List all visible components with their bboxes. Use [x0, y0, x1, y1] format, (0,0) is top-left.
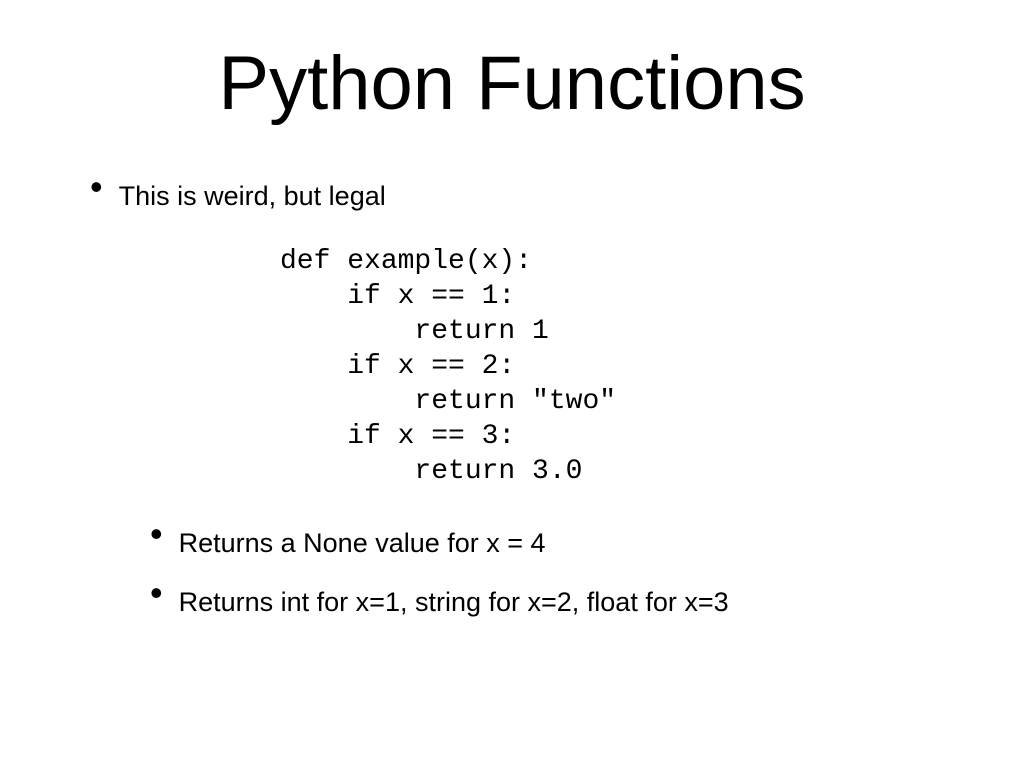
- code-line-5: return "two": [280, 386, 616, 417]
- code-block: def example(x): if x == 1: return 1 if x…: [280, 244, 964, 489]
- code-line-3: return 1: [280, 316, 549, 347]
- code-line-1: def example(x):: [280, 246, 532, 277]
- main-bullet-list: • This is weird, but legal: [60, 177, 964, 214]
- code-line-6: if x == 3:: [280, 421, 515, 452]
- bullet-item-sub2: • Returns int for x=1, string for x=2, f…: [150, 583, 964, 620]
- bullet-icon: •: [150, 524, 163, 544]
- code-line-4: if x == 2:: [280, 351, 515, 382]
- slide-title: Python Functions: [60, 40, 964, 127]
- bullet-text-sub1: Returns a None value for x = 4: [179, 524, 546, 561]
- slide-content: Python Functions • This is weird, but le…: [0, 0, 1024, 768]
- bullet-item-sub1: • Returns a None value for x = 4: [150, 524, 964, 561]
- code-line-2: if x == 1:: [280, 281, 515, 312]
- bullet-text-main: This is weird, but legal: [119, 177, 386, 214]
- sub-bullet-list: • Returns a None value for x = 4 • Retur…: [60, 524, 964, 620]
- bullet-icon: •: [150, 583, 163, 603]
- bullet-item-main: • This is weird, but legal: [90, 177, 964, 214]
- bullet-text-sub2: Returns int for x=1, string for x=2, flo…: [179, 583, 729, 620]
- bullet-icon: •: [90, 177, 103, 197]
- code-line-7: return 3.0: [280, 456, 582, 487]
